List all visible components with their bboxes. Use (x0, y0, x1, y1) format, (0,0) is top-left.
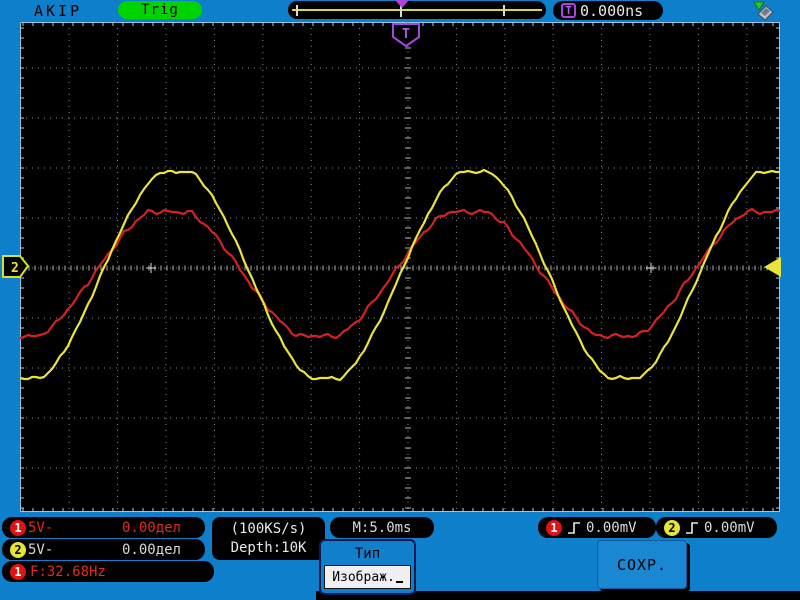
oscilloscope-screen: { "colors": { "background_blue": "#0e7fc… (0, 0, 800, 600)
rising-edge-icon (686, 521, 698, 534)
memory-depth: Depth:10K (230, 540, 307, 557)
trig1-level: 0.00mV (586, 519, 637, 536)
trace-ch2 (20, 168, 780, 382)
ch2-scale-readout: 2 5V- 0.00дел (2, 539, 205, 560)
ch1-offset: 0.00дел (121, 519, 181, 536)
ch1-trigger-readout: 1 0.00mV (538, 517, 656, 538)
window-tick-left (296, 5, 298, 16)
trigger-time-value: 0.000ns (580, 1, 644, 20)
timebase-value: M:5.0ms (352, 519, 412, 536)
menu-type-button[interactable]: Тип Изображ. (319, 539, 416, 595)
trigger-position-bar[interactable] (288, 1, 546, 19)
trigger-status-label: Trig (141, 2, 179, 18)
trigger-status-badge: Trig (118, 1, 202, 19)
save-button[interactable]: СОХР. (597, 540, 687, 589)
save-button-label: СОХР. (616, 555, 668, 574)
acquisition-readout: (100KS/s) Depth:10K (212, 517, 325, 560)
ch2-position-marker-label: 2 (11, 261, 19, 276)
ch2-offset: 0.00дел (121, 541, 181, 558)
usb-storage-icon (752, 1, 776, 21)
ch2-trigger-readout: 2 0.00mV (656, 517, 777, 538)
trig2-badge: 2 (664, 519, 680, 536)
ch1-scale: 5V- (28, 519, 54, 536)
freq-ch-badge: 1 (10, 563, 26, 580)
ch1-scale-readout: 1 5V- 0.00дел (2, 517, 205, 538)
waveform-display (20, 22, 780, 512)
trigger-time-readout: T 0.000ns (553, 1, 663, 20)
menu-type-title: Тип (354, 546, 381, 562)
ch2-scale: 5V- (28, 541, 54, 558)
frequency-readout: 1 F:32.68Hz (2, 561, 214, 582)
waveform-svg (20, 22, 780, 512)
text-cursor (395, 581, 403, 583)
trigger-t-icon: T (561, 3, 576, 18)
trigger-point-shield[interactable]: T (391, 22, 421, 48)
menu-type-value-box[interactable]: Изображ. (324, 565, 411, 589)
frequency-value: F:32.68Hz (30, 563, 106, 580)
menu-type-value: Изображ. (332, 569, 395, 585)
trig1-badge: 1 (546, 519, 562, 536)
trigger-level-marker[interactable] (762, 256, 782, 278)
timebase-readout: M:5.0ms (330, 517, 434, 538)
window-tick-right (503, 5, 505, 16)
rising-edge-icon (568, 521, 580, 534)
trigger-position-pointer[interactable] (395, 0, 409, 8)
trig2-level: 0.00mV (704, 519, 755, 536)
ch1-badge: 1 (10, 519, 26, 536)
sample-rate: (100KS/s) (230, 520, 307, 537)
ch2-badge: 2 (10, 541, 26, 558)
brand-label: AKIP (34, 2, 83, 20)
ch2-position-marker[interactable]: 2 (2, 253, 30, 281)
trigger-point-shield-label: T (402, 27, 410, 42)
